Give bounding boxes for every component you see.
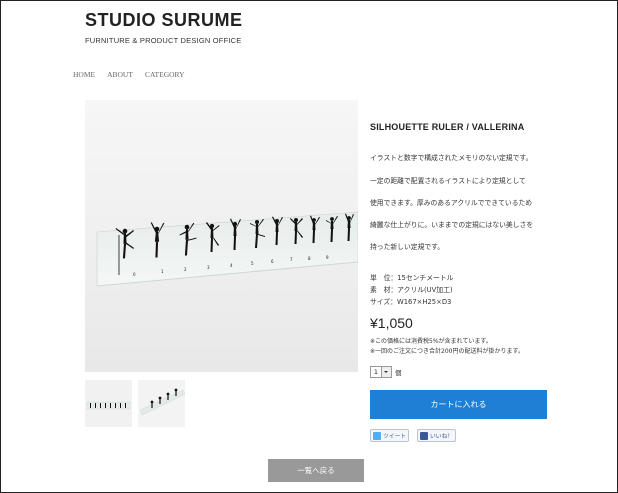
- description-line: 綺麗な仕上がりに。いままでの定規にはない美しさを: [370, 221, 534, 229]
- spec-size: サイズ：W167×H25×D3: [370, 298, 452, 306]
- like-button[interactable]: いいね！: [417, 429, 457, 442]
- quantity-selector: 1 個: [370, 366, 402, 378]
- description-line: イラストと数字で構成されたメモリのない定規です。: [370, 154, 533, 162]
- product-thumbnail-2[interactable]: [138, 380, 185, 427]
- tweet-button[interactable]: ツイート: [370, 429, 410, 442]
- site-logo-title[interactable]: STUDIO SURUME: [85, 10, 243, 31]
- quantity-value: 1: [373, 368, 379, 376]
- description-line: 一定の距離で配置されるイラストにより定規として: [370, 177, 526, 185]
- twitter-icon: [373, 431, 381, 440]
- description-line: 使用できます。厚みのあるアクリルでできているため: [370, 199, 533, 207]
- quantity-unit: 個: [395, 369, 402, 377]
- like-label: いいね！: [430, 434, 454, 440]
- facebook-icon: [420, 431, 428, 440]
- quantity-select[interactable]: 1: [370, 366, 392, 378]
- back-to-list-button[interactable]: 一覧へ戻る: [268, 459, 364, 482]
- shipping-note: ※一回のご注文につき合計200円の配送料が掛かります。: [370, 348, 524, 355]
- tweet-label: ツイート: [383, 434, 407, 440]
- tax-note: ※この価格には消費税5%が含まれています。: [370, 338, 492, 345]
- product-title: SILHOUETTE RULER / VALLERINA: [370, 122, 525, 132]
- nav-category[interactable]: CATEGORY: [145, 70, 185, 79]
- spec-material: 素 材：アクリル(UV加工): [370, 286, 453, 294]
- product-thumbnail-1[interactable]: [85, 380, 132, 427]
- nav-about[interactable]: ABOUT: [107, 70, 133, 79]
- description-line: 持った新しい定規です。: [370, 243, 445, 251]
- product-price: ¥1,050: [370, 315, 413, 331]
- site-logo-subtitle: FURNITURE & PRODUCT DESIGN OFFICE: [85, 36, 242, 45]
- spec-unit: 単 位：15センチメートル: [370, 274, 454, 282]
- chevron-down-icon[interactable]: [381, 367, 391, 377]
- product-main-image: 01 2 345 678 9: [85, 100, 358, 372]
- nav-home[interactable]: HOME: [73, 70, 95, 79]
- add-to-cart-button[interactable]: カートに入れる: [370, 390, 547, 419]
- main-nav: HOME ABOUT CATEGORY: [73, 70, 185, 79]
